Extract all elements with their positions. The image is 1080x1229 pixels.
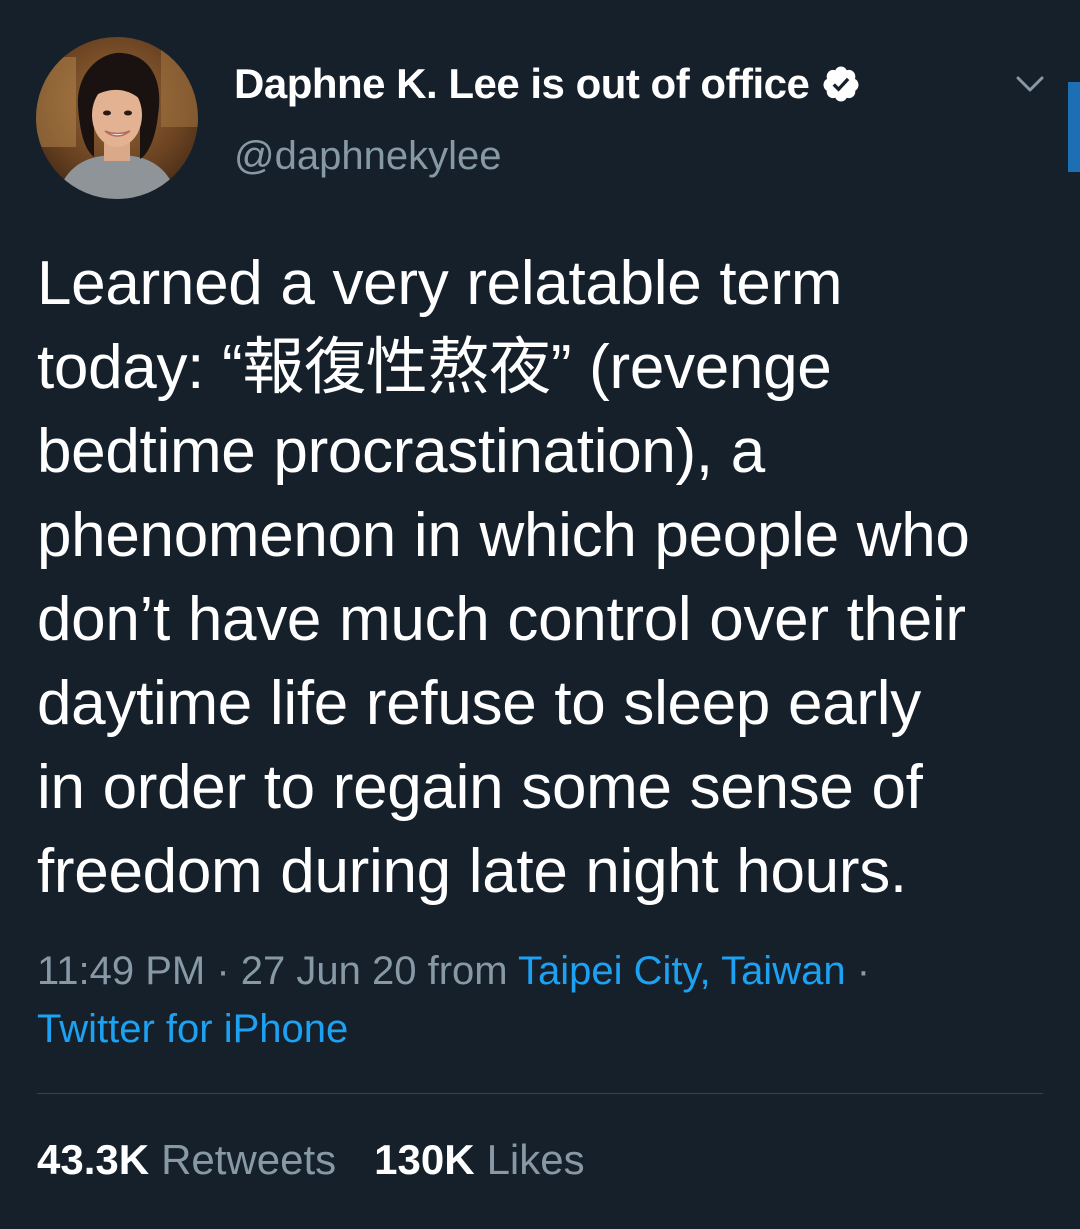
retweets-stat[interactable]: 43.3K Retweets (37, 1136, 336, 1184)
divider (37, 1093, 1043, 1094)
tweet-date[interactable]: 27 Jun 20 (241, 949, 417, 993)
scroll-indicator (1068, 82, 1080, 172)
likes-label: Likes (486, 1136, 585, 1183)
from-label: from (416, 949, 519, 993)
tweet-text-line: phenomenon in which people who (37, 501, 970, 570)
tweet-text-line: daytime life refuse to sleep early (37, 669, 921, 738)
tweet-text-line: bedtime procrastination), a (37, 417, 765, 486)
tweet-metadata: 11:49 PM · 27 Jun 20 from Taipei City, T… (37, 942, 1047, 1058)
verified-badge-icon (821, 64, 861, 104)
tweet-text-line: Learned a very relatable term (37, 249, 843, 318)
engagement-stats: 43.3K Retweets 130K Likes (37, 1136, 585, 1184)
avatar[interactable] (36, 37, 198, 199)
retweets-count: 43.3K (37, 1136, 150, 1183)
meta-separator: · (845, 949, 871, 993)
location-link[interactable]: Taipei City, Taiwan (518, 949, 846, 993)
tweet-text-line: in order to regain some sense of (37, 753, 923, 822)
timestamp-row: 11:49 PM · 27 Jun 20 from Taipei City, T… (37, 942, 1047, 1000)
tweet-text-line: freedom during late night hours. (37, 837, 907, 906)
author-display-name[interactable]: Daphne K. Lee is out of office (234, 60, 810, 108)
source-link[interactable]: Twitter for iPhone (37, 1000, 1047, 1058)
retweets-label: Retweets (161, 1136, 337, 1183)
author-handle[interactable]: @daphnekylee (234, 134, 501, 179)
meta-separator: · (205, 949, 241, 993)
likes-stat[interactable]: 130K Likes (374, 1136, 584, 1184)
avatar-photo (36, 37, 198, 199)
likes-count: 130K (374, 1136, 475, 1183)
tweet-time[interactable]: 11:49 PM (37, 949, 205, 993)
chevron-down-icon[interactable] (1010, 64, 1050, 104)
tweet-text: Learned a very relatable term today: “報復… (37, 242, 1047, 914)
tweet-text-line: today: “報復性熬夜” (revenge (37, 333, 832, 402)
author-name-row[interactable]: Daphne K. Lee is out of office (234, 60, 861, 108)
tweet-detail: Daphne K. Lee is out of office @daphneky… (0, 0, 1080, 1229)
tweet-text-line: don’t have much control over their (37, 585, 966, 654)
